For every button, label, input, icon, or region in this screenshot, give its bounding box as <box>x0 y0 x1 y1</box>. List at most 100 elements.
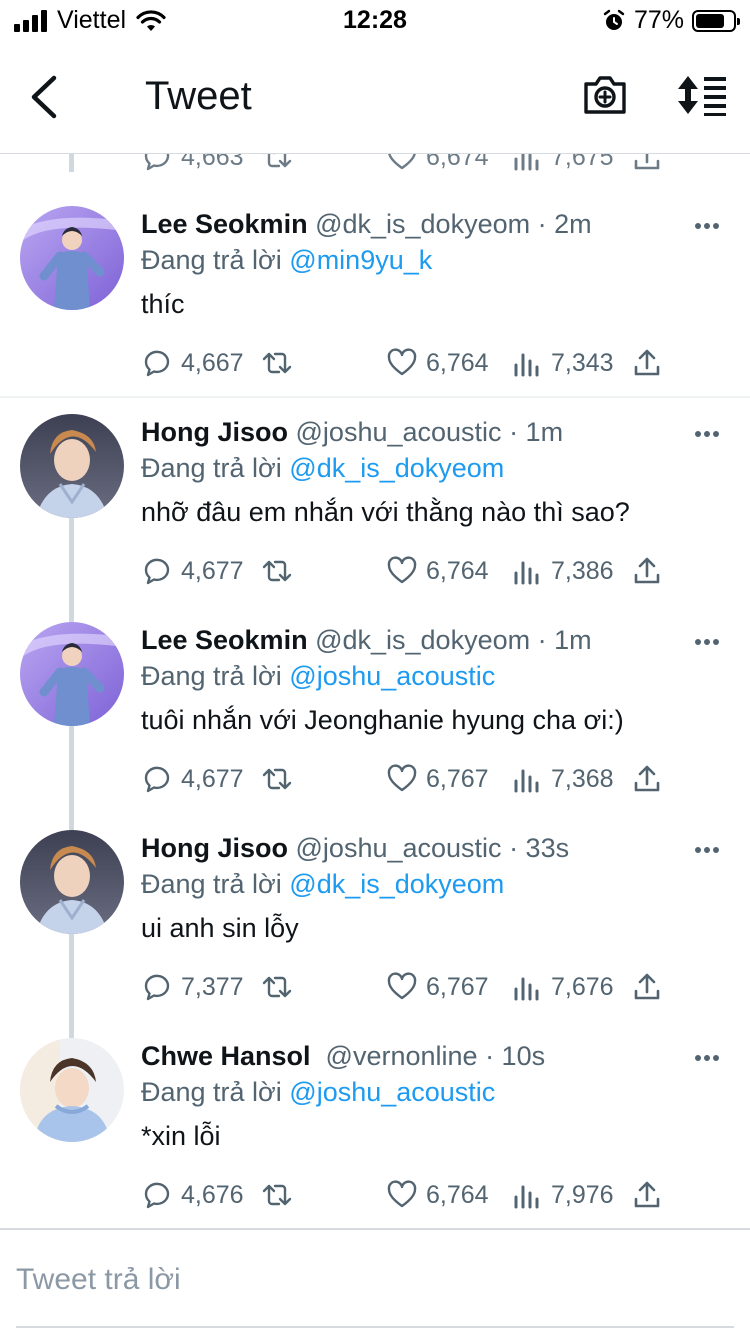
retweet-button[interactable] <box>261 555 293 587</box>
reply-mention-link[interactable]: @joshu_acoustic <box>289 661 495 691</box>
heart-icon <box>387 1180 417 1208</box>
author-handle[interactable]: @dk_is_dokyeom <box>315 209 530 239</box>
like-button[interactable]: 6,764 <box>386 347 489 379</box>
reply-icon <box>144 350 170 377</box>
retweet-button[interactable] <box>261 347 293 379</box>
tweet-text: tuôi nhắn với Jeonghanie hyung cha ơi:) <box>141 705 624 735</box>
replying-to-label: Đang trả lời <box>141 245 282 275</box>
retweet-button[interactable] <box>261 1179 293 1211</box>
avatar[interactable] <box>20 830 124 934</box>
more-options-icon[interactable] <box>694 638 720 646</box>
author-handle[interactable]: @vernonline <box>326 1041 478 1071</box>
replying-to-label: Đang trả lời <box>141 453 282 483</box>
views-button[interactable]: 7,976 <box>511 1179 614 1211</box>
avatar[interactable] <box>20 1038 124 1142</box>
like-button[interactable]: 6,767 <box>386 971 489 1003</box>
avatar[interactable] <box>20 622 124 726</box>
share-button[interactable] <box>631 347 663 379</box>
reply-icon <box>144 974 170 1001</box>
heart-icon <box>388 154 416 170</box>
reply-icon <box>144 154 170 171</box>
camera-add-icon[interactable] <box>582 72 628 118</box>
views-button[interactable]: 7,676 <box>511 971 614 1003</box>
reply-button[interactable]: 4,676 <box>141 1179 244 1211</box>
reply-mention-link[interactable]: @joshu_acoustic <box>289 1077 495 1107</box>
share-button[interactable] <box>631 971 663 1003</box>
retweet-button[interactable] <box>261 154 293 173</box>
retweet-button[interactable] <box>261 763 293 795</box>
like-button[interactable]: 6,764 <box>386 555 489 587</box>
tweet-time: · 33s <box>509 833 570 863</box>
reply-button[interactable]: 4,677 <box>141 763 244 795</box>
share-icon <box>634 1181 660 1208</box>
view-count: 7,343 <box>551 348 614 377</box>
tweet-text: thíc <box>141 289 185 319</box>
author-name[interactable]: Lee Seokmin <box>141 209 308 239</box>
more-options-icon[interactable] <box>694 430 720 438</box>
like-button[interactable]: 6,674 <box>386 154 489 173</box>
reply-input[interactable] <box>16 1258 716 1302</box>
retweet-button[interactable] <box>261 971 293 1003</box>
avatar[interactable] <box>20 414 124 518</box>
author-name[interactable]: Chwe Hansol <box>141 1041 311 1071</box>
share-button[interactable] <box>631 154 663 173</box>
reply-composer <box>0 1228 750 1334</box>
views-chart-icon <box>514 353 539 377</box>
heart-icon <box>387 764 417 792</box>
reply-mention-link[interactable]: @dk_is_dokyeom <box>289 453 504 483</box>
view-count: 7,675 <box>551 154 614 171</box>
views-chart-icon <box>514 561 539 585</box>
reply-mention-link[interactable]: @dk_is_dokyeom <box>289 869 504 899</box>
more-options-icon[interactable] <box>694 846 720 854</box>
views-button[interactable]: 7,343 <box>511 347 614 379</box>
replying-to-label: Đang trả lời <box>141 1077 282 1107</box>
tweet[interactable]: Lee Seokmin @dk_is_dokyeom · 1m Đang trả… <box>0 622 750 822</box>
reply-button[interactable]: 4,677 <box>141 555 244 587</box>
share-icon <box>634 973 660 1000</box>
more-options-icon[interactable] <box>694 222 720 230</box>
like-button[interactable]: 6,764 <box>386 1179 489 1211</box>
tweet[interactable]: Hong Jisoo @joshu_acoustic · 33s Đang tr… <box>0 830 750 1030</box>
share-button[interactable] <box>631 1179 663 1211</box>
views-chart-icon <box>514 769 539 793</box>
share-button[interactable] <box>631 763 663 795</box>
retweet-icon <box>262 768 292 790</box>
avatar[interactable] <box>20 206 124 310</box>
author-handle[interactable]: @joshu_acoustic <box>296 417 502 447</box>
tweet-divider <box>0 396 750 398</box>
author-name[interactable]: Lee Seokmin <box>141 625 308 655</box>
author-handle[interactable]: @dk_is_dokyeom <box>315 625 530 655</box>
alarm-icon <box>603 9 625 30</box>
author-name[interactable]: Hong Jisoo <box>141 833 288 863</box>
view-count: 7,368 <box>551 764 614 793</box>
views-button[interactable]: 7,675 <box>511 154 614 173</box>
reply-icon <box>144 558 170 585</box>
reply-icon <box>144 1182 170 1209</box>
author-name[interactable]: Hong Jisoo <box>141 417 288 447</box>
retweet-icon <box>262 352 292 374</box>
views-button[interactable]: 7,368 <box>511 763 614 795</box>
reply-button[interactable]: 7,377 <box>141 971 244 1003</box>
tweet-thread: 4,663 6,674 7,675 Lee Seokmin @dk_is_dok… <box>0 154 750 1228</box>
back-arrow-icon[interactable] <box>22 70 66 124</box>
more-options-icon[interactable] <box>694 1054 720 1062</box>
tweet-time: · 2m <box>537 209 592 239</box>
reply-count: 4,677 <box>181 764 244 793</box>
tweet[interactable]: Lee Seokmin @dk_is_dokyeom · 2m Đang trả… <box>0 206 750 398</box>
replying-to-label: Đang trả lời <box>141 869 282 899</box>
tweet[interactable]: Hong Jisoo @joshu_acoustic · 1m Đang trả… <box>0 414 750 614</box>
sort-icon[interactable] <box>676 74 728 116</box>
reply-count: 4,677 <box>181 556 244 585</box>
tweet[interactable]: Chwe Hansol @vernonline · 10s Đang trả l… <box>0 1038 750 1228</box>
page-title: Tweet <box>145 74 252 118</box>
share-icon <box>634 154 660 170</box>
replying-to-label: Đang trả lời <box>141 661 282 691</box>
reply-button[interactable]: 4,667 <box>141 347 244 379</box>
views-button[interactable]: 7,386 <box>511 555 614 587</box>
like-button[interactable]: 6,767 <box>386 763 489 795</box>
reply-mention-link[interactable]: @min9yu_k <box>289 245 432 275</box>
reply-button[interactable]: 4,663 <box>141 154 244 173</box>
share-button[interactable] <box>631 555 663 587</box>
like-count: 6,764 <box>426 1180 489 1209</box>
author-handle[interactable]: @joshu_acoustic <box>296 833 502 863</box>
